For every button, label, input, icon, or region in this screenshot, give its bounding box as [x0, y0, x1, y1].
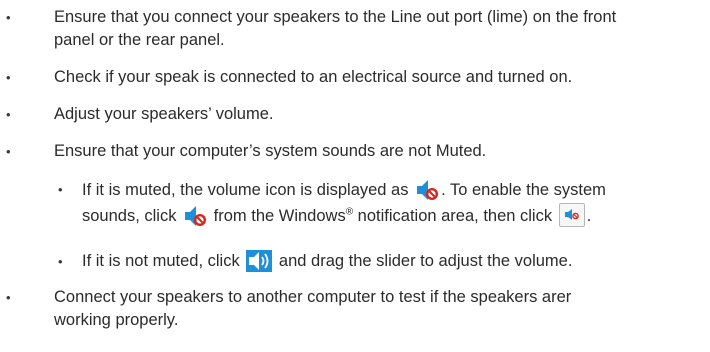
speaker-muted-icon[interactable]: [183, 205, 208, 227]
list-item-line: working properly.: [54, 311, 179, 329]
bullet: •: [6, 107, 11, 122]
text-fragment: and drag the slider to adjust the volume…: [278, 252, 573, 270]
mute-toggle-button-icon[interactable]: [558, 203, 585, 227]
bullet: •: [6, 70, 11, 85]
sub-list-item-text: If it is not muted, click and drag the s…: [82, 250, 707, 273]
list-item-text: Check if your speak is connected to an e…: [54, 68, 573, 86]
text-fragment: If it is not muted, click: [82, 252, 240, 270]
text-fragment: . To enable the system: [441, 181, 606, 199]
list-item-line: panel or the rear panel.: [54, 31, 225, 49]
list-item-line: Ensure that you connect your speakers to…: [54, 8, 617, 26]
list-item-text: Ensure that you connect your speakers to…: [54, 6, 704, 52]
bullet: •: [6, 10, 11, 25]
text-fragment: from the Windows: [213, 207, 346, 225]
text-fragment: notification area, then click: [353, 207, 553, 225]
list-item-text: Adjust your speakers’ volume.: [54, 105, 274, 123]
list-item-text: Connect your speakers to another compute…: [54, 286, 704, 332]
bullet: •: [58, 254, 63, 269]
text-fragment: If it is muted, the volume icon is displ…: [82, 181, 409, 199]
sub-list-item-text: If it is muted, the volume icon is displ…: [82, 178, 707, 229]
speaker-volume-icon[interactable]: [246, 250, 273, 272]
text-fragment: .: [586, 207, 592, 225]
list-item-text: Ensure that your computer’s system sound…: [54, 142, 487, 160]
bullet: •: [6, 144, 11, 159]
registered-mark: ®: [345, 206, 354, 218]
bullet: •: [6, 290, 11, 305]
list-item-line: Connect your speakers to another compute…: [54, 288, 572, 306]
bullet: •: [58, 182, 63, 197]
speaker-muted-icon: [415, 179, 440, 201]
text-fragment: sounds, click: [82, 207, 177, 225]
